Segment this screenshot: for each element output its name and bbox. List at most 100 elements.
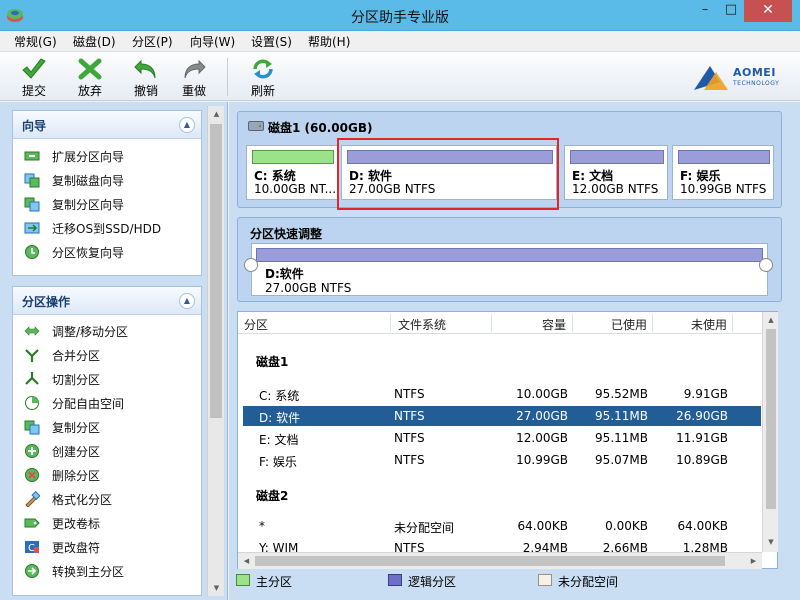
menu-help[interactable]: 帮助(H) [308,33,350,50]
scroll-right-arrow-icon[interactable]: ▶ [745,553,762,569]
close-button[interactable]: ✕ [744,0,792,22]
partition-ops-header[interactable]: 分区操作 ▲ [13,287,201,315]
undo-button[interactable]: 撤销 [124,55,168,99]
col-partition[interactable]: 分区 [244,316,268,333]
commit-label: 提交 [21,84,46,98]
table-scroll-thumb[interactable] [766,329,776,509]
commit-button[interactable]: 提交 [12,55,56,99]
cell-partition: F: 娱乐 [259,455,297,469]
cell-capacity: 2.94MB [522,541,568,552]
wizard-item-recovery[interactable]: 分区恢复向导 [24,243,194,261]
partition-table: 分区 文件系统 容量 已使用 未使用 磁盘1 C: 系统 NTFS 10.00G… [237,311,778,569]
legend: 主分区 逻辑分区 未分配空间 [229,572,800,592]
partition-block-e[interactable]: E: 文档 12.00GB NTFS [564,145,668,200]
redo-label: 重做 [181,84,206,98]
scroll-left-arrow-icon[interactable]: ◀ [238,553,255,569]
col-filesystem[interactable]: 文件系统 [398,316,446,333]
op-convert-primary[interactable]: 转换到主分区 [24,562,194,580]
scroll-up-arrow-icon[interactable]: ▲ [208,106,225,122]
op-copy-partition[interactable]: 复制分区 [24,418,194,436]
op-change-label[interactable]: 更改卷标 [24,514,194,532]
table-row[interactable]: * 未分配空间 64.00KB 0.00KB 64.00KB [243,516,761,536]
cell-used: 95.07MB [595,453,648,467]
quick-adjust-bar[interactable] [256,248,763,262]
table-horizontal-scrollbar[interactable]: ◀ ▶ [238,552,762,569]
wizard-item-copy-partition[interactable]: 复制分区向导 [24,195,194,213]
refresh-button[interactable]: 刷新 [241,55,285,99]
maximize-button[interactable]: □ [718,0,744,22]
quick-adjust-panel: 分区快速调整 D:软件 27.00GB NTFS [237,217,782,302]
menu-wizard[interactable]: 向导(W) [190,33,235,50]
partition-bar-c [252,150,334,164]
col-capacity[interactable]: 容量 [542,316,566,333]
table-row-selected[interactable]: D: 软件 NTFS 27.00GB 95.11MB 26.90GB [243,406,761,426]
op-create-partition[interactable]: 创建分区 [24,442,194,460]
redo-button[interactable]: 重做 [172,55,216,99]
op-allocate-free[interactable]: 分配自由空间 [24,394,194,412]
allocate-space-icon [25,396,39,410]
refresh-label: 刷新 [250,84,275,98]
table-row[interactable]: E: 文档 NTFS 12.00GB 95.11MB 11.91GB [243,428,761,448]
legend-swatch-primary [236,574,250,586]
refresh-icon [253,59,273,79]
wizard-item-extend[interactable]: 扩展分区向导 [24,147,194,165]
col-used[interactable]: 已使用 [611,316,647,333]
menu-disk[interactable]: 磁盘(D) [73,33,116,50]
collapse-up-icon[interactable]: ▲ [179,117,195,133]
col-free[interactable]: 未使用 [691,316,727,333]
partition-block-c[interactable]: C: 系统 10.00GB NT... [246,145,338,200]
toolbar: 提交 放弃 撤销 重做 刷新 AOMEI TECHNOLOGY [0,51,800,101]
quick-adjust-partition-name: D:软件 [265,267,304,281]
menu-settings[interactable]: 设置(S) [251,33,292,50]
cell-capacity: 10.99GB [516,453,568,467]
left-scroll-thumb[interactable] [210,124,222,418]
menu-partition[interactable]: 分区(P) [132,33,173,50]
op-resize-move[interactable]: 调整/移动分区 [24,322,194,340]
cell-used: 95.11MB [595,409,648,423]
discard-button[interactable]: 放弃 [68,55,112,99]
extend-partition-icon [24,151,40,161]
op-format[interactable]: 格式化分区 [24,490,194,508]
resize-handle-left[interactable] [244,258,258,272]
cell-free: 10.89GB [676,453,728,467]
undo-label: 撤销 [133,84,158,98]
left-pane-scrollbar[interactable]: ▲ ▼ [207,106,224,596]
brand-subtitle: TECHNOLOGY [733,80,780,87]
scroll-down-arrow-icon[interactable]: ▼ [208,580,225,596]
column-divider [652,314,653,332]
resize-handle-right[interactable] [759,258,773,272]
wizard-item-copy-disk[interactable]: 复制磁盘向导 [24,171,194,189]
column-divider [572,314,573,332]
wizard-item-migrate-os[interactable]: 迁移OS到SSD/HDD [24,219,194,237]
table-header: 分区 文件系统 容量 已使用 未使用 [238,312,763,334]
scroll-up-arrow-icon[interactable]: ▲ [763,312,779,328]
resize-move-icon [24,326,40,336]
scroll-down-arrow-icon[interactable]: ▼ [763,534,779,550]
merge-icon [25,349,39,362]
discard-x-icon [78,58,102,80]
table-row[interactable]: F: 娱乐 NTFS 10.99GB 95.07MB 10.89GB [243,450,761,470]
menu-general[interactable]: 常规(G) [14,33,57,50]
minimize-button[interactable]: – [692,0,718,22]
table-row[interactable]: C: 系统 NTFS 10.00GB 95.52MB 9.91GB [243,384,761,404]
cell-free: 64.00KB [677,519,728,533]
op-change-letter[interactable]: C 更改盘符 [24,538,194,556]
partition-block-f[interactable]: F: 娱乐 10.99GB NTFS [672,145,774,200]
table-hscroll-thumb[interactable] [255,556,725,566]
partition-recovery-icon [25,245,39,259]
op-delete-partition[interactable]: 删除分区 [24,466,194,484]
partition-ops-title: 分区操作 [22,295,71,309]
wizard-panel-title: 向导 [22,119,47,133]
wizard-panel: 向导 ▲ 扩展分区向导 复制磁盘向导 复制分区向导 迁移OS到SSD/HDD 分… [12,110,202,276]
window-title: 分区助手专业版 [351,10,449,26]
wizard-panel-header[interactable]: 向导 ▲ [13,111,201,139]
group-disk-1: 磁盘1 [256,355,289,369]
column-divider [390,314,391,332]
op-merge[interactable]: 合并分区 [24,346,194,364]
hard-disk-icon [248,121,264,131]
table-row[interactable]: Y: WIM NTFS 2.94MB 2.66MB 1.28MB [243,538,761,552]
op-split[interactable]: 切割分区 [24,370,194,388]
partition-ops-panel: 分区操作 ▲ 调整/移动分区 合并分区 切割分区 分配自由空间 复制分区 创建分… [12,286,202,596]
collapse-up-icon[interactable]: ▲ [179,293,195,309]
table-vertical-scrollbar[interactable]: ▲ ▼ [762,312,778,552]
